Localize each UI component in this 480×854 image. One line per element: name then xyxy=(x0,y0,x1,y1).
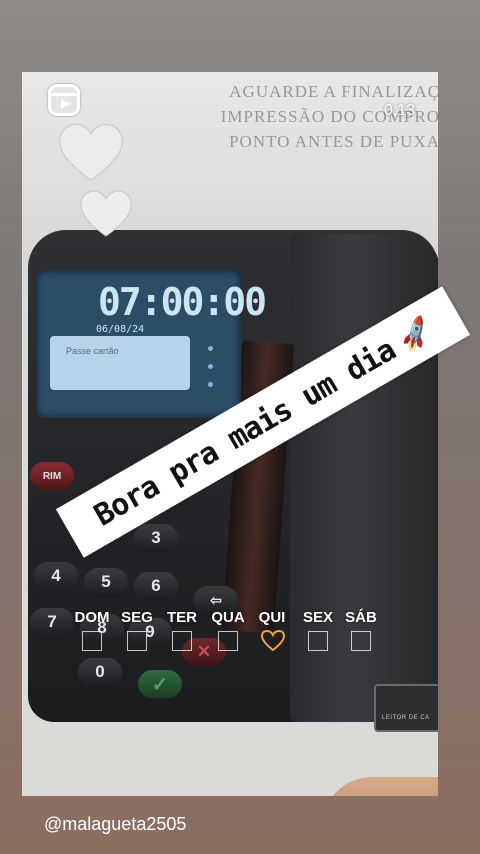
heart-sticker-icon xyxy=(80,190,132,237)
key-6: 6 xyxy=(134,572,178,600)
video-timer: 0:13 xyxy=(384,102,416,119)
date-display: 06/08/24 xyxy=(96,324,145,335)
day-checkbox-seg xyxy=(127,631,147,651)
username-mention[interactable]: @malagueta2505 xyxy=(44,814,186,835)
key-5: 5 xyxy=(84,568,128,596)
key-confirm: ✓ xyxy=(138,670,182,698)
key-4: 4 xyxy=(34,562,78,590)
weekday-tracker: DOM SEG TER QUA QUI SEX SÁB xyxy=(70,609,390,669)
day-checkbox-sab xyxy=(351,631,371,651)
day-label-sab: SÁB xyxy=(345,609,377,626)
indicator-light xyxy=(208,364,213,369)
card-reader xyxy=(374,684,438,732)
lcd-panel: Passe cartão xyxy=(50,336,190,390)
lcd-text: Passe cartão xyxy=(66,346,119,356)
day-label-sex: SEX xyxy=(302,609,333,626)
device-screen: 07:00:00 06/08/24 Passe cartão xyxy=(36,270,267,418)
day-checkbox-sex xyxy=(308,631,328,651)
day-label-ter: TER xyxy=(167,609,197,626)
day-checkbox-qua xyxy=(218,631,238,651)
day-checkbox-ter xyxy=(172,631,192,651)
heart-sticker-icon xyxy=(59,123,123,181)
card-reader-label: LEITOR DE CA xyxy=(382,715,430,721)
clock-display: 07:00:00 xyxy=(98,280,267,324)
day-label-qui: QUI xyxy=(258,609,286,626)
key-rim: RIM xyxy=(30,462,74,490)
notice-line-1: AGUARDE A FINALIZAÇ xyxy=(229,82,438,101)
indicator-light xyxy=(208,382,213,387)
rocket-icon: 🚀 xyxy=(393,312,437,355)
day-label-dom: DOM xyxy=(74,609,110,626)
day-checkbox-dom xyxy=(82,631,102,651)
indicator-light xyxy=(208,346,213,351)
notice-line-3: PONTO ANTES DE PUXA xyxy=(229,132,438,151)
key-3: 3 xyxy=(134,524,178,552)
day-label-qua: QUA xyxy=(211,609,245,626)
reels-icon[interactable] xyxy=(48,84,80,116)
day-label-seg: SEG xyxy=(121,609,153,626)
heart-icon xyxy=(260,629,286,652)
